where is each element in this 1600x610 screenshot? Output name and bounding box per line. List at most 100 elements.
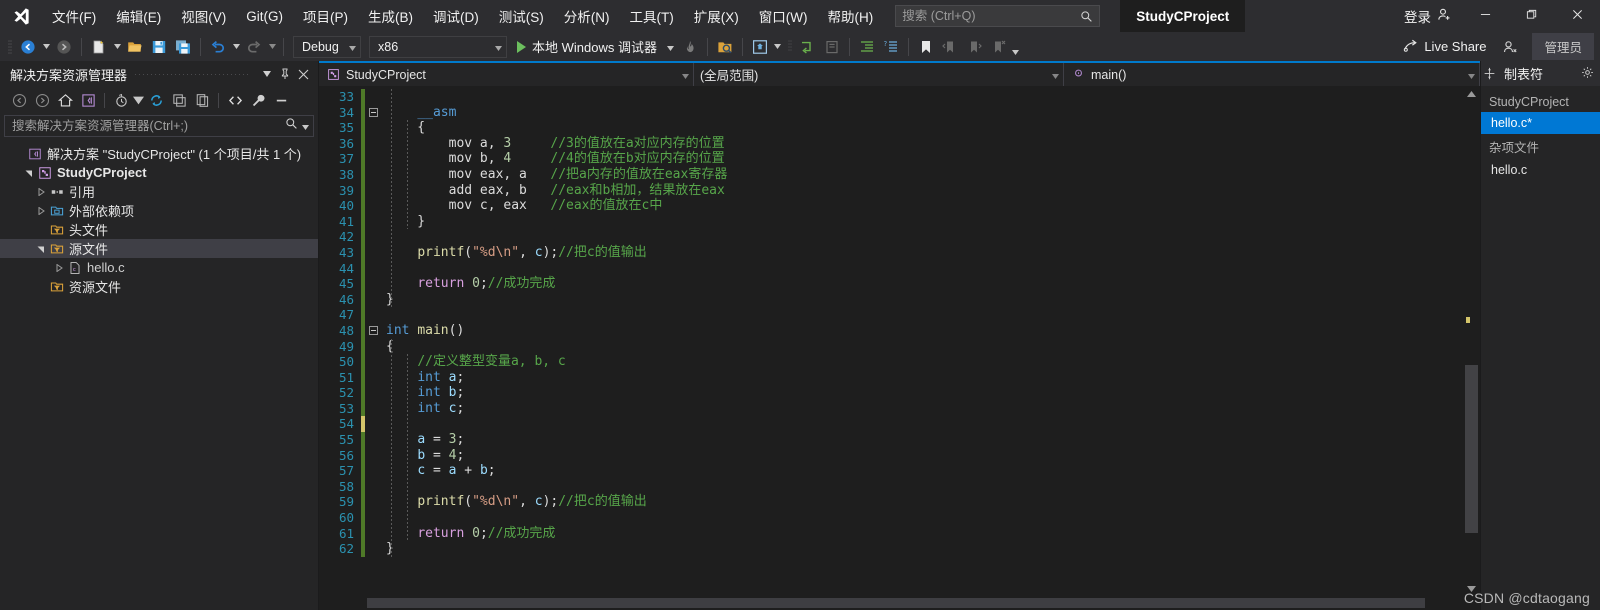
menu-view[interactable]: 视图(V) [171,0,236,32]
code-line[interactable]: 50 //定义整型变量a, b, c [319,354,1463,370]
code-line[interactable]: 49 { [319,338,1463,355]
solution-explorer-search-input[interactable] [12,119,285,133]
increase-indent-icon[interactable] [855,35,879,59]
tree-node-project[interactable]: StudyCProject [0,163,318,182]
code-line[interactable]: 52 int b; [319,385,1463,401]
pin-icon[interactable] [276,64,294,84]
code-line[interactable]: 46} [319,291,1463,308]
back-icon[interactable] [8,89,30,111]
new-project-icon[interactable] [87,35,111,59]
start-debugging-button[interactable]: 本地 Windows 调试器 [511,35,678,59]
fold-column[interactable] [365,326,381,336]
code-line[interactable]: 47 [319,307,1463,323]
global-search[interactable] [895,5,1101,27]
editor-vertical-scrollbar[interactable] [1463,86,1480,596]
send-feedback-icon[interactable] [1498,35,1522,59]
pending-changes-caret-icon[interactable] [133,89,144,111]
hot-reload-icon[interactable] [678,35,702,59]
collapse-region-icon[interactable] [368,107,378,117]
home-icon[interactable] [54,89,76,111]
close-button[interactable] [1554,0,1600,32]
editor-horizontal-scrollbar[interactable] [367,596,1458,610]
undo-caret-icon[interactable] [230,35,242,59]
redo-caret-icon[interactable] [266,35,278,59]
refresh-icon[interactable] [145,89,167,111]
code-line[interactable]: 60 [319,510,1463,526]
solution-config-caret-icon[interactable] [772,35,784,59]
tree-node-header-files[interactable]: 头文件 [0,220,318,239]
menu-file[interactable]: 文件(F) [42,0,106,32]
save-icon[interactable] [147,35,171,59]
redo-icon[interactable] [242,35,266,59]
properties-icon[interactable] [247,89,269,111]
forward-icon[interactable] [31,89,53,111]
menu-window[interactable]: 窗口(W) [749,0,818,32]
bookmark-icon[interactable] [914,35,938,59]
menu-test[interactable]: 测试(S) [489,0,554,32]
twisty-expanded-icon[interactable] [34,239,48,258]
code-line[interactable]: 51 int a; [319,369,1463,386]
solution-view-icon[interactable] [77,89,99,111]
code-line[interactable]: 61 return 0;//成功完成 [319,525,1463,542]
menu-git[interactable]: Git(G) [236,0,293,32]
code-line[interactable]: 48 int main() [319,322,1463,339]
hscrollbar-thumb[interactable] [367,598,1426,608]
menu-help[interactable]: 帮助(H) [817,0,883,32]
tab-item-hello-c-misc[interactable]: hello.c [1481,159,1600,181]
navigate-back-icon[interactable] [16,35,40,59]
show-all-files-icon[interactable] [191,89,213,111]
twisty-collapsed-icon[interactable] [52,258,66,277]
code-line[interactable]: 43 printf("%d\n", c);//把c的值输出 [319,244,1463,261]
menu-extensions[interactable]: 扩展(X) [684,0,749,32]
save-all-icon[interactable] [171,35,195,59]
code-line[interactable]: 33 [319,89,1463,105]
solution-configuration-combo[interactable]: Debug [293,35,361,58]
menu-tools[interactable]: 工具(T) [620,0,684,32]
view-code-icon[interactable] [224,89,246,111]
open-folder-icon[interactable] [123,35,147,59]
code-line[interactable]: 53 int c; [319,400,1463,417]
gear-icon[interactable] [1581,66,1594,82]
collapse-all-icon[interactable] [168,89,190,111]
clear-bookmark-icon[interactable] [986,35,1010,59]
code-line[interactable]: 39 add eax, b //eax和b相加，结果放在eax [319,182,1463,199]
toolbar-overflow-icon[interactable] [1010,35,1022,59]
tree-node-resource-files[interactable]: 资源文件 [0,277,318,296]
split-window-icon[interactable] [1481,61,1498,86]
live-share-button[interactable]: Live Share [1395,35,1494,59]
code-line[interactable]: 36 mov a, 3 //3的值放在a对应内存的位置 [319,135,1463,152]
tab-item-hello-c-project[interactable]: hello.c* [1481,112,1600,134]
solution-config-icon[interactable] [748,35,772,59]
code-line[interactable]: 42 [319,229,1463,245]
new-project-caret-icon[interactable] [111,35,123,59]
global-search-input[interactable] [902,9,1081,23]
code-line[interactable]: 55 a = 3; [319,432,1463,448]
tree-node-solution[interactable]: 解决方案 "StudyCProject" (1 个项目/共 1 个) [0,144,318,163]
tree-node-hello-c[interactable]: c hello.c [0,258,318,277]
code-line[interactable]: 59 printf("%d\n", c);//把c的值输出 [319,494,1463,511]
code-line[interactable]: 38 mov eax, a //把a内存的值放在eax寄存器 [319,166,1463,183]
sign-in-button[interactable]: 登录 [1394,0,1462,32]
step-into-icon[interactable] [796,35,820,59]
menu-analyze[interactable]: 分析(N) [554,0,620,32]
scrollbar-thumb[interactable] [1465,365,1478,533]
pending-changes-icon[interactable] [110,89,132,111]
scrollbar-track[interactable] [1465,101,1478,581]
menu-edit[interactable]: 编辑(E) [106,0,171,32]
code-line[interactable]: 34 __asm [319,104,1463,121]
code-line[interactable]: 62} [319,541,1463,557]
code-line[interactable]: 44 [319,260,1463,277]
chevron-down-icon[interactable] [258,64,276,84]
navigate-back-caret-icon[interactable] [40,35,52,59]
menu-project[interactable]: 项目(P) [293,0,358,32]
code-line[interactable]: 40 mov c, eax //eax的值放在c中 [319,198,1463,214]
previous-bookmark-icon[interactable] [938,35,962,59]
fold-column[interactable] [365,107,381,117]
tree-node-references[interactable]: 引用 [0,182,318,201]
toolbar-grip[interactable] [4,38,16,56]
menu-build[interactable]: 生成(B) [358,0,423,32]
code-line[interactable]: 41 } [319,213,1463,230]
minimize-button[interactable] [1462,0,1508,32]
navbar-scope-combo[interactable]: (全局范围) [694,63,1064,86]
code-line[interactable]: 37 mov b, 4 //4的值放在b对应内存的位置 [319,151,1463,167]
